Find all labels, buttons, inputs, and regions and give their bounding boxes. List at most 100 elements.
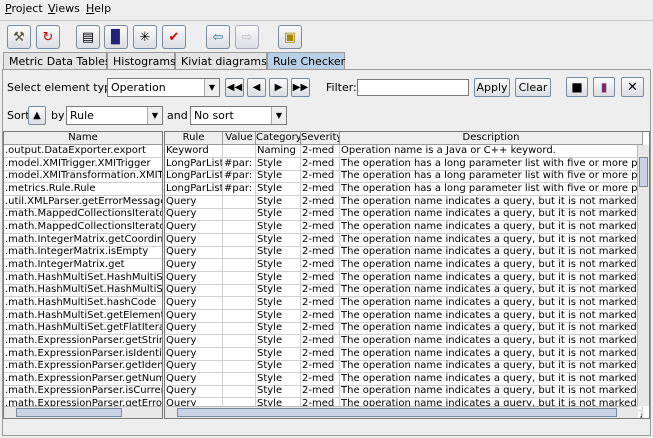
kiviat-view-button[interactable]: ✳ bbox=[133, 25, 157, 49]
table-row[interactable]: Query Style2-medThe operation name indica… bbox=[165, 233, 643, 247]
table-row[interactable]: Query Style2-medThe operation name indica… bbox=[165, 246, 643, 260]
value-cell bbox=[223, 145, 256, 158]
table-row[interactable]: Query Style2-medThe operation name indica… bbox=[165, 385, 643, 399]
checkmark-icon: ✔ bbox=[168, 29, 180, 45]
previous-button[interactable]: ◀ bbox=[247, 78, 266, 97]
table-row[interactable]: Query Style2-medThe operation name indica… bbox=[165, 284, 643, 298]
table-row[interactable]: Query Style2-medThe operation name indica… bbox=[165, 208, 643, 222]
close-button[interactable]: ✕ bbox=[621, 77, 644, 97]
second-sort-select[interactable]: No sort ▼ bbox=[190, 106, 287, 125]
rule-cell: Query bbox=[165, 233, 223, 247]
table-icon: ▤ bbox=[81, 29, 95, 45]
table-row[interactable]: .metrics.Rule.Rule bbox=[4, 183, 162, 196]
table-row[interactable]: .math.ExpressionParser.getNumberC bbox=[4, 373, 162, 386]
menu-project[interactable]: Project bbox=[5, 2, 43, 15]
analyze-button[interactable]: ⚒ bbox=[7, 25, 31, 49]
column-header-description[interactable]: Description bbox=[340, 132, 643, 145]
menu-help[interactable]: Help bbox=[86, 2, 111, 15]
rule-table-vscrollbar[interactable] bbox=[637, 145, 649, 406]
filter-input[interactable] bbox=[357, 79, 469, 96]
rule-table-hscrollbar[interactable] bbox=[165, 406, 638, 418]
table-row[interactable]: .math.HashMultiSet.HashMultiSetIte bbox=[4, 272, 162, 285]
scroll-thumb[interactable] bbox=[177, 408, 617, 417]
table-row[interactable]: .math.HashMultiSet.getElementCour bbox=[4, 310, 162, 323]
by-label: by bbox=[51, 109, 65, 122]
name-cell: .math.ExpressionParser.isIdentifierC bbox=[4, 347, 162, 361]
table-row[interactable]: Query Style2-medThe operation name indica… bbox=[165, 334, 643, 348]
table-row[interactable]: Query Style2-medThe operation name indica… bbox=[165, 309, 643, 323]
menu-views[interactable]: Views bbox=[48, 2, 80, 15]
column-header-category[interactable]: Category bbox=[256, 132, 301, 145]
skip-first-icon: ◀◀ bbox=[226, 82, 243, 93]
table-view-button[interactable]: ▤ bbox=[76, 25, 100, 49]
table-row[interactable]: .model.XMITransformation.XMITransf bbox=[4, 170, 162, 184]
scroll-thumb[interactable] bbox=[639, 157, 648, 187]
table-row[interactable]: .output.DataExporter.export bbox=[4, 145, 162, 158]
histogram-view-button[interactable]: ▉ bbox=[104, 25, 128, 49]
save-button[interactable]: ■ bbox=[566, 77, 588, 97]
table-row[interactable]: Query Style2-medThe operation name indica… bbox=[165, 220, 643, 234]
first-button[interactable]: ◀◀ bbox=[225, 78, 244, 97]
element-type-value: Operation bbox=[111, 81, 166, 94]
table-row[interactable]: .math.HashMultiSet.HashMultiSetIte bbox=[4, 284, 162, 298]
table-row[interactable]: Query Style2-medThe operation name indica… bbox=[165, 372, 643, 386]
table-row[interactable]: .math.ExpressionParser.isIdentifierC bbox=[4, 347, 162, 361]
rule-cell: Query bbox=[165, 347, 223, 361]
table-row[interactable]: .math.HashMultiSet.getFlatIterator bbox=[4, 322, 162, 336]
recalculate-button[interactable]: ↻ bbox=[36, 25, 60, 49]
column-header-value[interactable]: Value bbox=[223, 132, 256, 145]
table-row[interactable]: Query Style2-medThe operation name indica… bbox=[165, 195, 643, 209]
sort-by-select[interactable]: Rule ▼ bbox=[66, 106, 163, 125]
table-row[interactable]: .math.ExpressionParser.isCurrentNo bbox=[4, 385, 162, 399]
table-row[interactable]: .math.IntegerMatrix.get bbox=[4, 259, 162, 272]
description-cell: The operation name indicates a query, bu… bbox=[340, 195, 643, 209]
column-header-name[interactable]: Name bbox=[4, 132, 162, 145]
table-row[interactable]: Query Style2-medThe operation name indica… bbox=[165, 347, 643, 361]
bus-button[interactable]: ▣ bbox=[278, 25, 302, 49]
books-button[interactable]: ▮ bbox=[593, 77, 615, 97]
table-row[interactable]: .math.ExpressionParser.getIdentifier bbox=[4, 360, 162, 374]
table-row[interactable]: Query Style2-medThe operation name indica… bbox=[165, 271, 643, 285]
tab-metric-data-tables[interactable]: Metric Data Tables bbox=[3, 52, 111, 69]
category-cell: Style bbox=[256, 182, 301, 196]
name-table-rows: .output.DataExporter.export .model.XMITri… bbox=[4, 145, 162, 418]
next-button[interactable]: ▶ bbox=[269, 78, 288, 97]
sort-direction-button[interactable]: ▲ bbox=[28, 106, 46, 125]
value-cell bbox=[223, 284, 256, 298]
table-row[interactable]: Keyword Naming 2-med Operation name is a Ja… bbox=[165, 145, 643, 158]
table-row[interactable]: .math.MappedCollectionsIterator.get bbox=[4, 208, 162, 222]
rule-checker-button[interactable]: ✔ bbox=[162, 25, 186, 49]
table-row[interactable]: Query Style2-medThe operation name indica… bbox=[165, 258, 643, 272]
apply-button[interactable]: Apply bbox=[474, 78, 510, 97]
clear-button[interactable]: Clear bbox=[515, 78, 551, 97]
forward-button[interactable]: ⇨ bbox=[235, 25, 259, 49]
last-button[interactable]: ▶▶ bbox=[291, 78, 310, 97]
table-row[interactable]: .math.ExpressionParser.getStringCo bbox=[4, 335, 162, 348]
back-button[interactable]: ⇦ bbox=[206, 25, 230, 49]
table-row[interactable]: Query Style2-medThe operation name indica… bbox=[165, 296, 643, 310]
element-type-select[interactable]: Operation ▼ bbox=[107, 78, 220, 97]
table-row[interactable]: .math.MappedCollectionsIterator.has bbox=[4, 221, 162, 234]
value-cell bbox=[223, 220, 256, 234]
table-row[interactable]: LongParList#par: 5Style2-medThe operatio… bbox=[165, 170, 643, 184]
tab-rule-checker[interactable]: Rule Checker bbox=[267, 52, 345, 70]
name-table-hscrollbar[interactable] bbox=[4, 406, 162, 418]
table-row[interactable]: .model.XMITrigger.XMITrigger bbox=[4, 158, 162, 171]
tab-histograms[interactable]: Histograms bbox=[107, 52, 176, 69]
table-row[interactable]: .math.IntegerMatrix.getCoordinatesK bbox=[4, 234, 162, 247]
severity-cell: 2-med bbox=[301, 360, 340, 374]
scroll-thumb[interactable] bbox=[16, 408, 122, 417]
table-row[interactable]: .math.IntegerMatrix.isEmpty bbox=[4, 246, 162, 260]
rule-table-rows: Keyword Naming 2-med Operation name is a Ja… bbox=[165, 145, 643, 418]
column-header-rule[interactable]: Rule bbox=[165, 132, 223, 145]
table-row[interactable]: Query Style2-medThe operation name indica… bbox=[165, 360, 643, 374]
table-row[interactable]: LongParList#par: 5Style2-medThe operatio… bbox=[165, 157, 643, 171]
column-header-severity[interactable]: Severity bbox=[301, 132, 340, 145]
table-row[interactable]: .math.HashMultiSet.hashCode bbox=[4, 297, 162, 310]
severity-cell: 2-med bbox=[301, 220, 340, 234]
table-row[interactable]: .util.XMLParser.getErrorMessage bbox=[4, 196, 162, 209]
severity-cell: 2-med bbox=[301, 157, 340, 171]
table-row[interactable]: LongParList#par: 6Style2-medThe operatio… bbox=[165, 182, 643, 196]
table-row[interactable]: Query Style2-medThe operation name indica… bbox=[165, 322, 643, 336]
tab-kiviat-diagrams[interactable]: Kiviat diagrams bbox=[175, 52, 267, 69]
